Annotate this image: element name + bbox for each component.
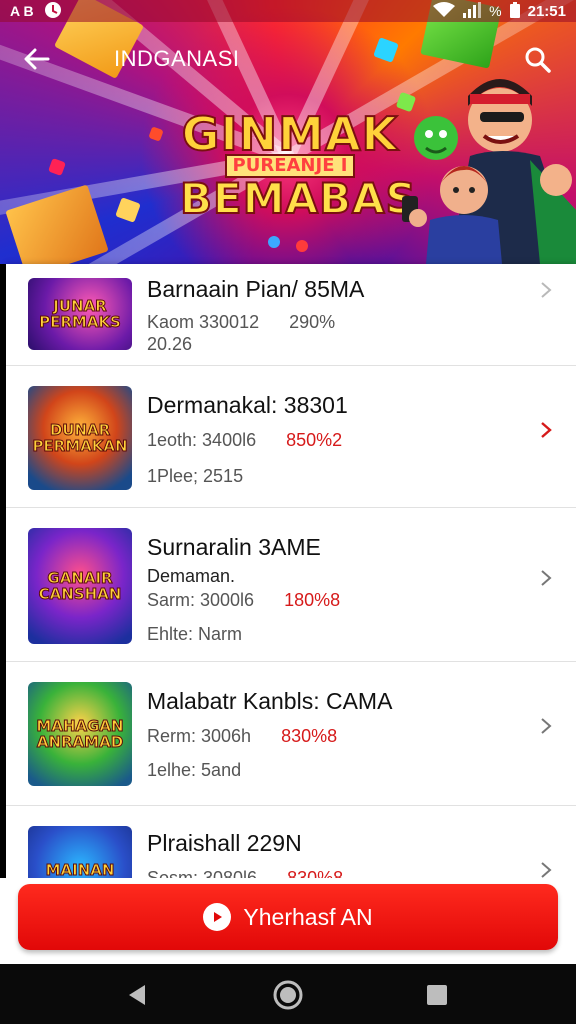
game-thumbnail: GANAIR CANSHAN [28, 528, 132, 644]
characters-illustration [402, 79, 576, 264]
notification-icon [44, 1, 62, 22]
battery-icon [509, 1, 520, 21]
status-right: % 21:51 [433, 1, 566, 21]
nav-recents-square-icon [427, 985, 447, 1005]
game-list: JUNAR PERMAKS Barnaain Pian/ 85MA Kaom 3… [6, 264, 576, 878]
thumbnail-text: DUNAR PERMAKAN [32, 421, 128, 455]
game-meta: 1Plee; 2515 [147, 466, 244, 486]
arrow-left-icon [24, 48, 50, 70]
page-title: INDGANASI [114, 46, 240, 71]
game-title: Dermanakal: 38301 [147, 392, 348, 418]
game-title: Plraishall 229N [147, 830, 302, 856]
chevron-right-icon [541, 422, 552, 438]
game-stat-value: 180%8 [284, 590, 341, 610]
banner-page-dot [296, 240, 308, 252]
game-thumbnail: MAINAN ARISHE [28, 826, 132, 878]
game-stat-label: Sarm: 3000l6 [147, 590, 255, 610]
game-stat-value: 830%8 [287, 868, 344, 878]
signal-icon [463, 1, 482, 21]
small-cube-shape [48, 158, 66, 176]
play-circle-icon [203, 903, 232, 931]
game-list-item[interactable]: MAINAN ARISHE Plraishall 229N Sosm: 3080… [6, 806, 576, 878]
thumbnail-text: MAINAN ARISHE [45, 861, 115, 879]
back-button[interactable] [20, 42, 54, 76]
game-stat-value: 850%2 [286, 430, 343, 450]
cta-container: Yherhasf AN [0, 878, 576, 964]
system-nav-bar [0, 964, 576, 1024]
game-stats: Rerm: 3006h 830%8 [147, 726, 337, 747]
game-stats: Kaom 330012 290% [147, 312, 335, 333]
chevron-right-icon [541, 570, 552, 586]
nav-back-button[interactable] [120, 978, 154, 1012]
status-left-text: A B [10, 3, 34, 19]
game-stat-label: 1eoth: 3400l6 [147, 430, 257, 450]
game-list-item[interactable]: MAHAGAN ANRAMAD Malabatr Kanbls: CAMA Re… [6, 662, 576, 806]
thumbnail-text: JUNAR PERMAKS [39, 297, 122, 331]
chevron-right-icon [541, 862, 552, 878]
banner-page-dot [268, 236, 280, 248]
nav-home-button[interactable] [271, 978, 305, 1012]
game-meta: 20.26 [147, 334, 193, 354]
logo-line1: GINMAK [181, 107, 399, 161]
nav-back-triangle-icon [129, 985, 145, 1005]
game-meta: Ehlte: Narm [147, 624, 243, 644]
game-stats: Sosm: 3080l6 830%8 [147, 868, 343, 878]
play-now-button[interactable]: Yherhasf AN [18, 884, 558, 950]
small-cube-shape [115, 197, 141, 223]
game-meta: 1elhe: 5and [147, 760, 242, 780]
game-title: Malabatr Kanbls: CAMA [147, 688, 393, 714]
game-subtitle: Demaman. [147, 566, 236, 586]
game-stat-label: Kaom 330012 [147, 312, 260, 332]
game-list-item[interactable]: GANAIR CANSHAN Surnaralin 3AME Demaman. … [6, 508, 576, 662]
battery-percent: % [489, 3, 502, 19]
search-icon [525, 47, 551, 73]
status-left: A B [10, 1, 62, 22]
status-bar: A B % 21:51 [0, 0, 576, 22]
game-logo: GINMAK PUREANJE I BEMABAS [179, 107, 417, 223]
app-bar: INDGANASI [0, 32, 576, 88]
clock: 21:51 [527, 2, 566, 20]
game-stats: 1eoth: 3400l6 850%2 [147, 430, 342, 451]
search-button[interactable] [520, 42, 556, 78]
thumbnail-text: MAHAGAN ANRAMAD [36, 717, 124, 751]
game-thumbnail: DUNAR PERMAKAN [28, 386, 132, 490]
logo-line2: BEMABAS [179, 174, 417, 223]
game-stat-value: 830%8 [281, 726, 338, 746]
game-stat-label: Sosm: 3080l6 [147, 868, 258, 878]
play-now-label: Yherhasf AN [243, 903, 373, 930]
game-list-item[interactable]: JUNAR PERMAKS Barnaain Pian/ 85MA Kaom 3… [6, 264, 576, 366]
nav-home-circle-icon [273, 980, 303, 1010]
game-title: Surnaralin 3AME [147, 534, 321, 560]
small-cube-shape [148, 126, 164, 142]
game-thumbnail: MAHAGAN ANRAMAD [28, 682, 132, 786]
chevron-right-icon [541, 718, 552, 734]
nav-recents-button[interactable] [420, 978, 454, 1012]
wifi-icon [433, 1, 456, 21]
game-list-item[interactable]: DUNAR PERMAKAN Dermanakal: 38301 1eoth: … [6, 366, 576, 508]
game-title: Barnaain Pian/ 85MA [147, 276, 365, 302]
game-stat-label: Rerm: 3006h [147, 726, 252, 746]
chevron-right-icon [541, 282, 552, 298]
game-stats: Sarm: 3000l6 180%8 [147, 590, 340, 611]
thumbnail-text: GANAIR CANSHAN [38, 569, 122, 603]
game-thumbnail: JUNAR PERMAKS [28, 278, 132, 350]
game-stat-value: 290% [289, 312, 336, 332]
